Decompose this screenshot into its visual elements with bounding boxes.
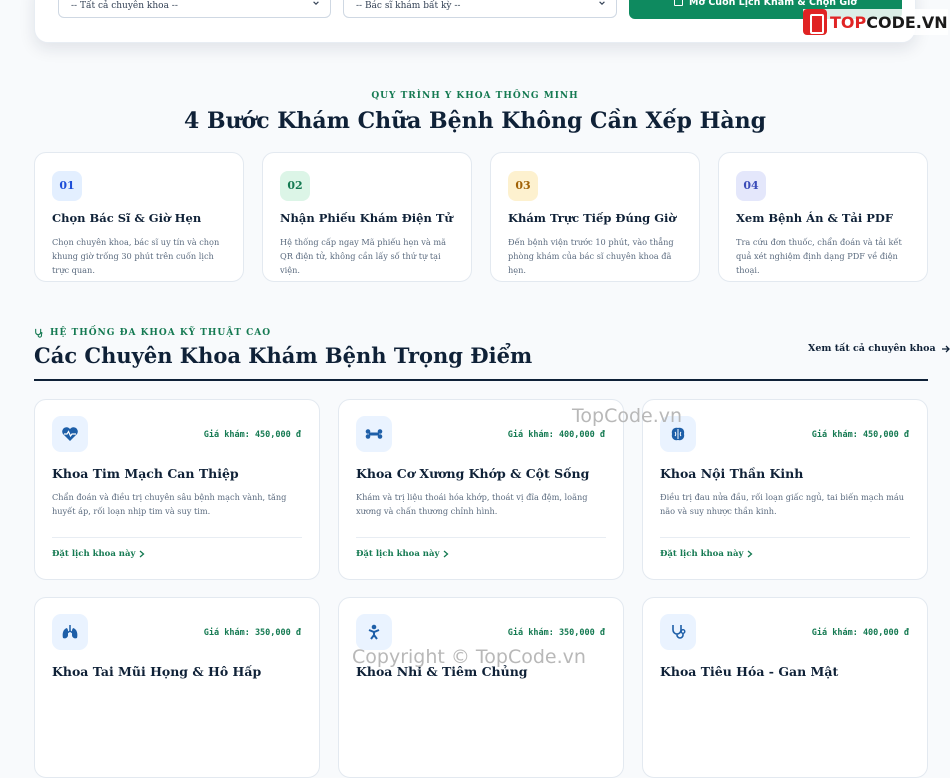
step-number: 01 [52,171,82,201]
step-number: 03 [508,171,538,201]
process-eyebrow: QUY TRÌNH Y KHOA THÔNG MINH [371,91,579,101]
process-title: 4 Bước Khám Chữa Bệnh Không Cần Xếp Hàng [183,108,767,134]
topcode-watermark-logo: TOP CODE.VN [803,9,948,35]
price-label: Giá khám: 400,000 đ [811,628,909,638]
specialty-description: Khám và trị liệu thoái hóa khớp, thoát v… [356,492,588,516]
specialty-title: Khoa Tim Mạch Can Thiệp [52,466,239,481]
card-divider [356,537,606,538]
book-specialty-link[interactable]: Đặt lịch khoa này [356,549,449,559]
book-specialty-label: Đặt lịch khoa này [52,549,136,559]
arrow-right-icon [941,345,950,352]
card-divider [660,537,910,538]
specialty-select-value: -- Tất cả chuyên khoa -- [71,1,178,11]
stethoscope-icon [660,614,696,650]
step-description: Hệ thống cấp ngay Mã phiếu hẹn và mã QR … [280,237,447,275]
step-title: Nhận Phiếu Khám Điện Tử [280,211,453,225]
specialty-title: Khoa Tai Mũi Họng & Hô Hấp [52,664,262,679]
section-divider [34,379,928,381]
specialty-card: Giá khám: 450,000 đ Khoa Tim Mạch Can Th… [34,399,320,580]
heart-pulse-icon [52,416,88,452]
step-description: Đến bệnh viện trước 10 phút, vào thẳng p… [508,237,674,275]
calendar-icon [674,0,684,6]
child-icon [356,614,392,650]
step-title: Chọn Bác Sĩ & Giờ Hẹn [52,211,202,225]
open-calendar-label: Mở Cuốn Lịch Khám & Chọn Giờ [689,0,857,8]
specialties-eyebrow-text: HỆ THỐNG ĐA KHOA KỸ THUẬT CAO [50,328,272,338]
stethoscope-icon [35,328,43,338]
price-label: Giá khám: 350,000 đ [203,628,301,638]
specialties-title: Các Chuyên Khoa Khám Bệnh Trọng Điểm [34,343,533,368]
doctor-select-value: -- Bác sĩ khám bất kỳ -- [356,1,461,11]
specialty-card: Giá khám: 350,000 đ Khoa Nhi & Tiêm Chủn… [338,597,624,778]
chevron-down-icon [599,1,605,5]
watermark-brand-prefix: TOP [830,12,867,32]
price-label: Giá khám: 450,000 đ [811,430,909,440]
price-label: Giá khám: 350,000 đ [507,628,605,638]
step-description: Tra cứu đơn thuốc, chẩn đoán và tải kết … [736,237,902,275]
book-specialty-link[interactable]: Đặt lịch khoa này [660,549,753,559]
step-title: Khám Trực Tiếp Đúng Giờ [508,211,677,225]
specialty-select[interactable]: -- Tất cả chuyên khoa -- [58,0,331,18]
doctor-select[interactable]: -- Bác sĩ khám bất kỳ -- [343,0,617,18]
watermark-brand-suffix: CODE.VN [866,12,948,32]
step-number: 02 [280,171,310,201]
book-specialty-label: Đặt lịch khoa này [356,549,440,559]
step-description: Chọn chuyên khoa, bác sĩ uy tín và chọn … [52,237,220,275]
copyright-watermark-text: Copyright © TopCode.vn [352,646,586,668]
chevron-down-icon [313,1,319,5]
bone-icon [356,416,392,452]
step-card: 01 Chọn Bác Sĩ & Giờ Hẹn Chọn chuyên kho… [34,152,244,282]
card-divider [52,537,302,538]
topcode-watermark-text: TopCode.vn [572,405,683,427]
price-label: Giá khám: 400,000 đ [507,430,605,440]
chevron-right-icon [140,550,145,558]
step-number: 04 [736,171,766,201]
step-title: Xem Bệnh Án & Tải PDF [736,211,894,225]
specialty-description: Chẩn đoán và điều trị chuyên sâu bệnh mạ… [52,492,287,516]
step-card: 04 Xem Bệnh Án & Tải PDF Tra cứu đơn thu… [718,152,928,282]
step-card: 02 Nhận Phiếu Khám Điện Tử Hệ thống cấp … [262,152,472,282]
specialty-title: Khoa Tiêu Hóa - Gan Mật [660,664,839,679]
step-card: 03 Khám Trực Tiếp Đúng Giờ Đến bệnh viện… [490,152,700,282]
chevron-right-icon [444,550,449,558]
chevron-right-icon [748,550,753,558]
see-all-label: Xem tất cả chuyên khoa [808,343,936,354]
book-specialty-link[interactable]: Đặt lịch khoa này [52,549,145,559]
specialty-title: Khoa Nội Thần Kinh [660,466,804,481]
lungs-icon [52,614,88,650]
specialty-card: Giá khám: 350,000 đ Khoa Tai Mũi Họng & … [34,597,320,778]
book-specialty-label: Đặt lịch khoa này [660,549,744,559]
specialty-card: Giá khám: 400,000 đ Khoa Tiêu Hóa - Gan … [642,597,928,778]
specialty-description: Điều trị đau nửa đầu, rối loạn giấc ngủ,… [660,492,905,516]
topcode-logo-icon [803,9,827,35]
specialty-title: Khoa Cơ Xương Khớp & Cột Sống [356,466,590,481]
specialties-eyebrow: HỆ THỐNG ĐA KHOA KỸ THUẬT CAO [34,328,271,338]
specialty-card: Giá khám: 450,000 đ Khoa Nội Thần Kinh Đ… [642,399,928,580]
see-all-specialties-link[interactable]: Xem tất cả chuyên khoa [808,343,950,354]
price-label: Giá khám: 450,000 đ [203,430,301,440]
